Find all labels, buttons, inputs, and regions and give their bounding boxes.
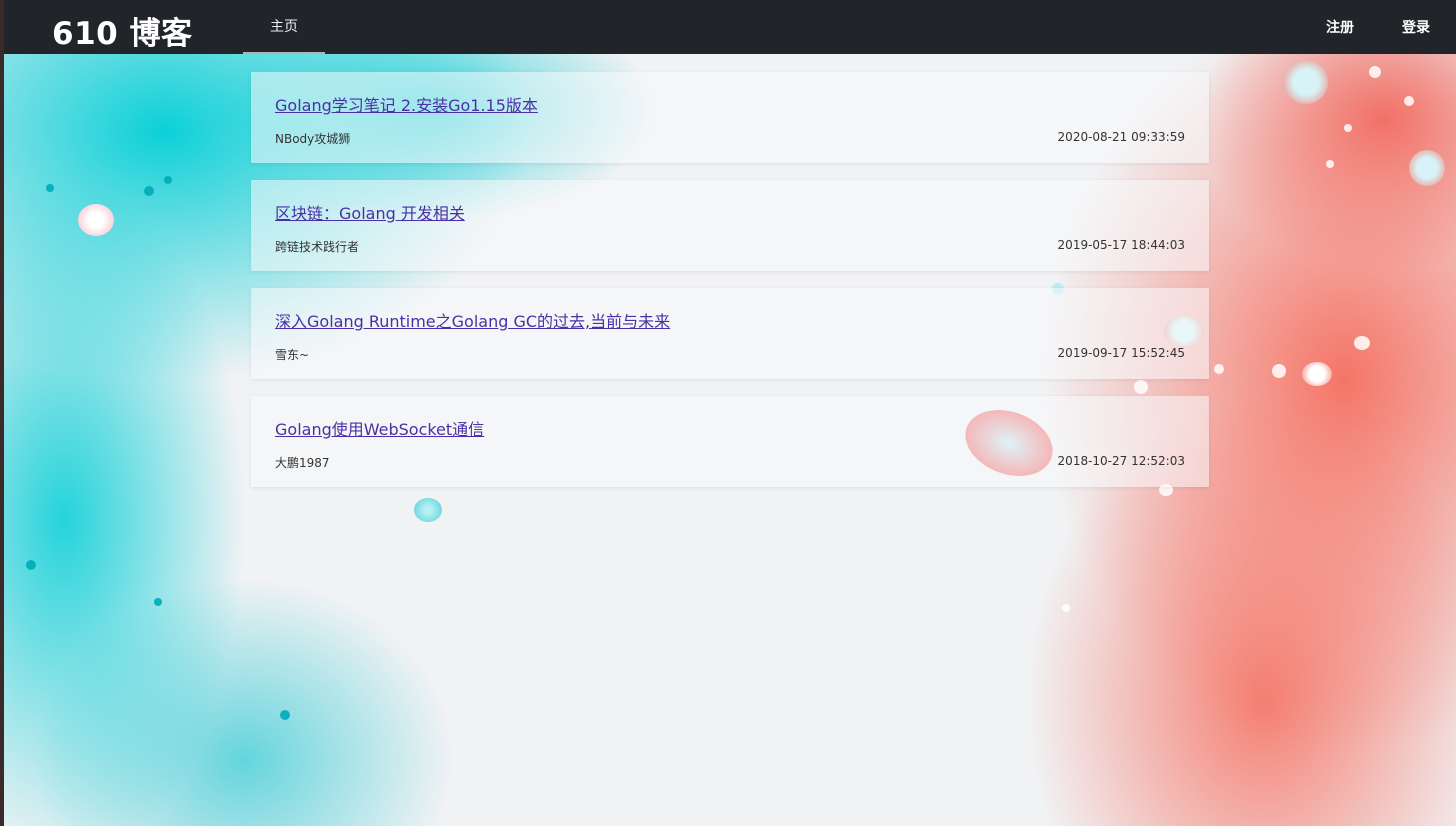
- post-card: 区块链：Golang 开发相关 跨链技术践行者 2019-05-17 18:44…: [251, 180, 1209, 271]
- post-list: Golang学习笔记 2.安装Go1.15版本 NBody攻城狮 2020-08…: [251, 72, 1209, 504]
- post-title-link[interactable]: 区块链：Golang 开发相关: [275, 200, 465, 224]
- decorative-bubble: [1344, 124, 1352, 132]
- post-card: Golang学习笔记 2.安装Go1.15版本 NBody攻城狮 2020-08…: [251, 72, 1209, 163]
- decorative-bubble: [1272, 364, 1286, 378]
- decorative-bubble: [1369, 66, 1381, 78]
- decorative-bubble: [1354, 336, 1370, 350]
- post-date: 2019-09-17 15:52:45: [1057, 346, 1185, 360]
- decorative-bubble: [1214, 364, 1224, 374]
- site-brand[interactable]: 610 博客: [52, 8, 193, 53]
- post-title-link[interactable]: Golang学习笔记 2.安装Go1.15版本: [275, 92, 538, 116]
- top-navbar: 610 博客 主页 注册 登录: [4, 0, 1456, 54]
- decorative-bubble: [280, 710, 290, 720]
- post-date: 2018-10-27 12:52:03: [1057, 454, 1185, 468]
- post-card: 深入Golang Runtime之Golang GC的过去,当前与未来 雪东~ …: [251, 288, 1209, 379]
- post-card: Golang使用WebSocket通信 大鹏1987 2018-10-27 12…: [251, 396, 1209, 487]
- post-title-link[interactable]: Golang使用WebSocket通信: [275, 416, 484, 440]
- post-author: 雪东~: [275, 348, 310, 362]
- decorative-blob: [1302, 362, 1332, 386]
- post-author: 跨链技术践行者: [275, 240, 360, 254]
- decorative-blob: [1284, 60, 1328, 104]
- decorative-bubble: [26, 560, 36, 570]
- post-author: 大鹏1987: [275, 456, 330, 470]
- post-author: NBody攻城狮: [275, 132, 351, 146]
- login-link[interactable]: 登录: [1402, 0, 1430, 54]
- post-title-link[interactable]: 深入Golang Runtime之Golang GC的过去,当前与未来: [275, 308, 670, 332]
- decorative-bubble: [1404, 96, 1414, 106]
- decorative-bubble: [164, 176, 172, 184]
- decorative-bubble: [1326, 160, 1334, 168]
- page: 610 博客 主页 注册 登录 Golang学习笔记 2.安装Go1.15版本 …: [4, 0, 1456, 826]
- decorative-bubble: [46, 184, 54, 192]
- decorative-blob: [78, 204, 114, 236]
- decorative-bubble: [154, 598, 162, 606]
- post-date: 2020-08-21 09:33:59: [1057, 130, 1185, 144]
- decorative-blob: [1409, 150, 1445, 186]
- post-date: 2019-05-17 18:44:03: [1057, 238, 1185, 252]
- register-link[interactable]: 注册: [1326, 0, 1354, 54]
- decorative-bubble: [144, 186, 154, 196]
- nav-home-link[interactable]: 主页: [243, 0, 325, 54]
- decorative-bubble: [1062, 604, 1070, 612]
